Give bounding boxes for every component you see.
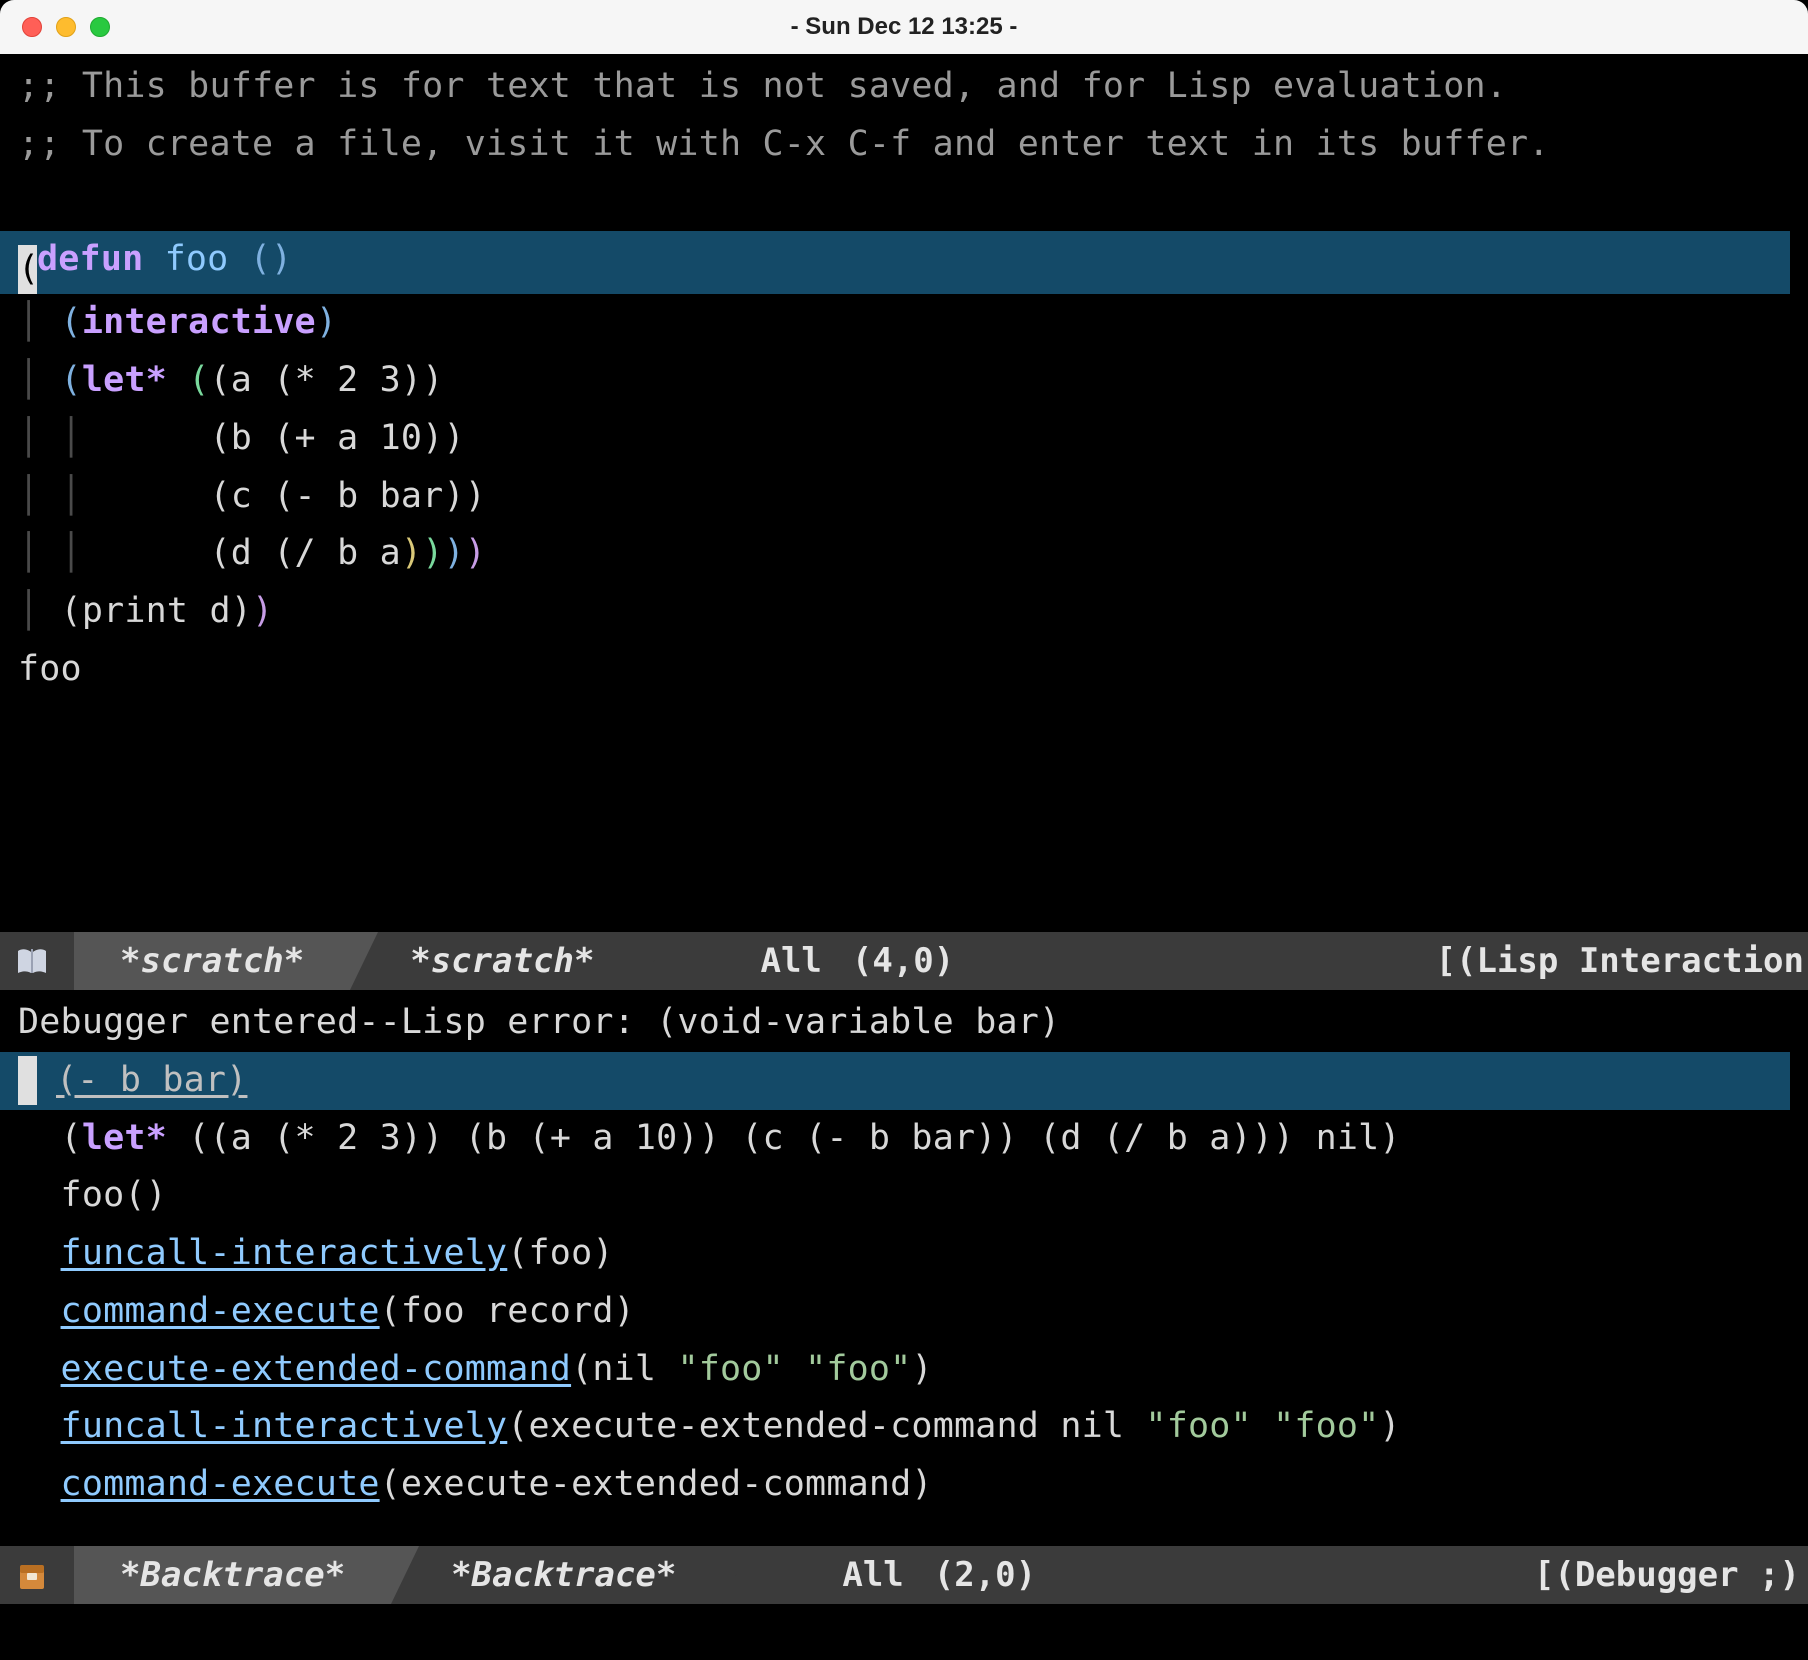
window-title: - Sun Dec 12 13:25 - [0, 13, 1808, 41]
scroll-indicator: All [842, 1555, 903, 1595]
minimize-icon[interactable] [56, 17, 76, 37]
frame-expr: ((a (* 2 3)) (b (+ a 10)) (c (- b bar)) … [167, 1118, 1401, 1158]
frame-expr: (- b bar) [56, 1052, 247, 1110]
frame-args: (foo record) [380, 1291, 635, 1331]
print-expr: (print d) [61, 591, 252, 631]
modeline-buffer-active[interactable]: *Backtrace* [74, 1546, 391, 1604]
frame-fn[interactable]: command-execute [61, 1291, 380, 1331]
debugger-error: Debugger entered--Lisp error: (void-vari… [18, 1002, 1060, 1042]
major-mode: [(Lisp Interaction [1436, 941, 1808, 981]
string-arg: "foo" [1273, 1406, 1379, 1446]
package-icon [14, 1557, 50, 1593]
modeline-buffer-inactive[interactable]: *Backtrace* [391, 1546, 722, 1604]
frame-fn[interactable]: funcall-interactively [61, 1233, 508, 1273]
scratch-buffer[interactable]: ;; This buffer is for text that is not s… [0, 54, 1808, 932]
let-binding: (a (* 2 3)) [209, 360, 443, 400]
traffic-lights [22, 17, 110, 37]
close-icon[interactable] [22, 17, 42, 37]
book-icon [14, 943, 50, 979]
frame-args: (nil [571, 1349, 677, 1389]
defun-keyword: defun [37, 239, 143, 279]
string-arg: "foo" [677, 1349, 783, 1389]
modeline-buffer-active[interactable]: *scratch* [74, 932, 350, 990]
modeline-backtrace[interactable]: *Backtrace* *Backtrace* All (2,0) [(Debu… [0, 1546, 1808, 1604]
buffer-name: *scratch* [410, 941, 594, 981]
frame-fn[interactable]: execute-extended-command [61, 1349, 572, 1389]
modeline-scratch[interactable]: *scratch* *scratch* All (4,0) [(Lisp Int… [0, 932, 1808, 990]
comment-line: ;; This buffer is for text that is not s… [18, 66, 1507, 106]
let-binding: (d (/ b a [209, 533, 400, 573]
frame-marker-icon [18, 1056, 37, 1105]
comment-line: ;; To create a file, visit it with C-x C… [18, 124, 1550, 164]
string-arg: "foo" [1145, 1406, 1251, 1446]
let-binding: (b (+ a 10)) [209, 418, 464, 458]
frame-args: (execute-extended-command nil [507, 1406, 1145, 1446]
string-arg: "foo" [805, 1349, 911, 1389]
buffer-name: *scratch* [120, 941, 304, 981]
window-titlebar: - Sun Dec 12 13:25 - [0, 0, 1808, 54]
buffer-name: *Backtrace* [120, 1555, 345, 1595]
frame-fn[interactable]: funcall-interactively [61, 1406, 508, 1446]
frame-args: (execute-extended-command) [380, 1464, 933, 1504]
arglist: () [250, 239, 293, 279]
frame-fn[interactable]: command-execute [61, 1464, 380, 1504]
major-mode: [(Debugger ;) [1534, 1555, 1808, 1595]
backtrace-current-frame: (- b bar) [0, 1052, 1790, 1110]
frame-expr: foo() [61, 1175, 167, 1215]
let-binding: (c (- b bar)) [209, 476, 486, 516]
let-keyword: let* [82, 1118, 167, 1158]
cursor-position: (4,0) [852, 941, 954, 981]
modeline-buffer-inactive[interactable]: *scratch* [350, 932, 640, 990]
cursor-icon: ( [18, 245, 37, 294]
buffer-name: *Backtrace* [451, 1555, 676, 1595]
interactive-keyword: interactive [82, 302, 316, 342]
let-keyword: let* [82, 360, 167, 400]
editor-current-line: (defun foo () [0, 231, 1790, 294]
frame-args: (foo) [507, 1233, 613, 1273]
scroll-indicator: All [760, 941, 821, 981]
backtrace-buffer[interactable]: Debugger entered--Lisp error: (void-vari… [0, 990, 1808, 1546]
cursor-position: (2,0) [934, 1555, 1036, 1595]
minibuffer[interactable] [0, 1604, 1808, 1660]
eval-result: foo [18, 649, 82, 689]
function-name: foo [165, 239, 229, 279]
zoom-icon[interactable] [90, 17, 110, 37]
